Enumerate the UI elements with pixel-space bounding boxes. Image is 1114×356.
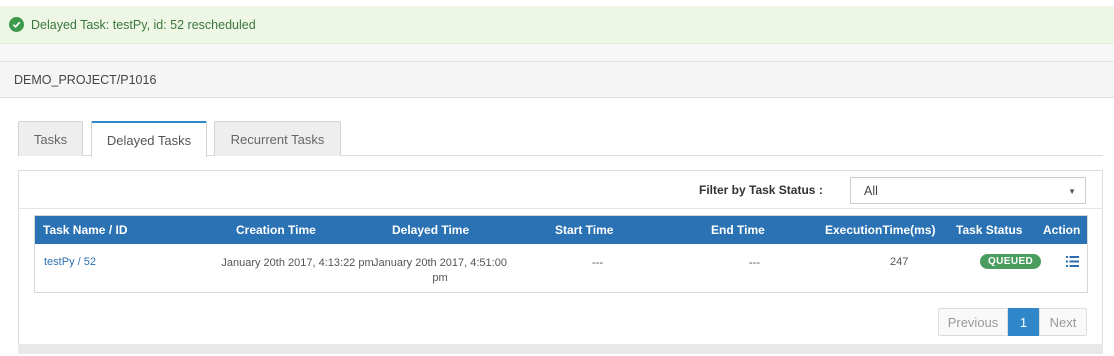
header-start-time: Start Time [555,223,614,237]
next-page-button[interactable]: Next [1039,308,1087,336]
header-task-status: Task Status [956,223,1023,237]
check-circle-icon [9,17,24,32]
selected-status: All [864,183,878,198]
tab-delayed-tasks[interactable]: Delayed Tasks [91,121,207,157]
creation-time-cell: January 20th 2017, 4:13:22 pm [221,257,374,269]
header-end-time: End Time [711,223,765,237]
header-action: Action [1043,223,1081,237]
task-link[interactable]: testPy / 52 [44,256,96,268]
execution-time-cell: 247 [890,256,909,268]
spacer [0,44,1114,61]
end-time-cell: --- [749,257,760,269]
project-path: DEMO_PROJECT/P1016 [14,72,157,87]
tab-tasks[interactable]: Tasks [18,121,83,156]
status-badge: QUEUED [980,254,1042,269]
filter-row: Filter by Task Status : All ▼ [19,171,1102,209]
start-time-cell: --- [592,257,603,269]
previous-page-button[interactable]: Previous [938,308,1008,336]
task-status-select[interactable]: All ▼ [850,177,1086,204]
page-1-button[interactable]: 1 [1008,308,1039,336]
delayed-time-cell: January 20th 2017, 4:51:00 pm [373,257,507,284]
table-header: Task Name / ID Creation Time Delayed Tim… [35,216,1087,244]
header-execution-time: ExecutionTime(ms) [825,223,936,237]
list-icon[interactable] [1066,256,1079,270]
chevron-down-icon: ▼ [1068,187,1076,196]
header-creation-time: Creation Time [236,223,316,237]
header-delayed-time: Delayed Time [392,223,470,237]
tab-bar: Tasks Delayed Tasks Recurrent Tasks [18,121,1103,157]
tab-recurrent-tasks[interactable]: Recurrent Tasks [214,121,341,156]
delayed-tasks-panel: Filter by Task Status : All ▼ Task Name … [18,170,1103,354]
alert-message: Delayed Task: testPy, id: 52 rescheduled [31,17,256,32]
success-alert: Delayed Task: testPy, id: 52 rescheduled [0,6,1114,44]
header-task-name: Task Name / ID [43,223,128,237]
breadcrumb: DEMO_PROJECT/P1016 [0,61,1114,98]
filter-label: Filter by Task Status : [699,183,823,197]
pagination: Previous 1 Next [938,308,1087,336]
table-row: testPy / 52 January 20th 2017, 4:13:22 p… [35,244,1087,292]
panel-footer [18,344,1103,354]
delayed-tasks-table: Task Name / ID Creation Time Delayed Tim… [34,215,1088,293]
